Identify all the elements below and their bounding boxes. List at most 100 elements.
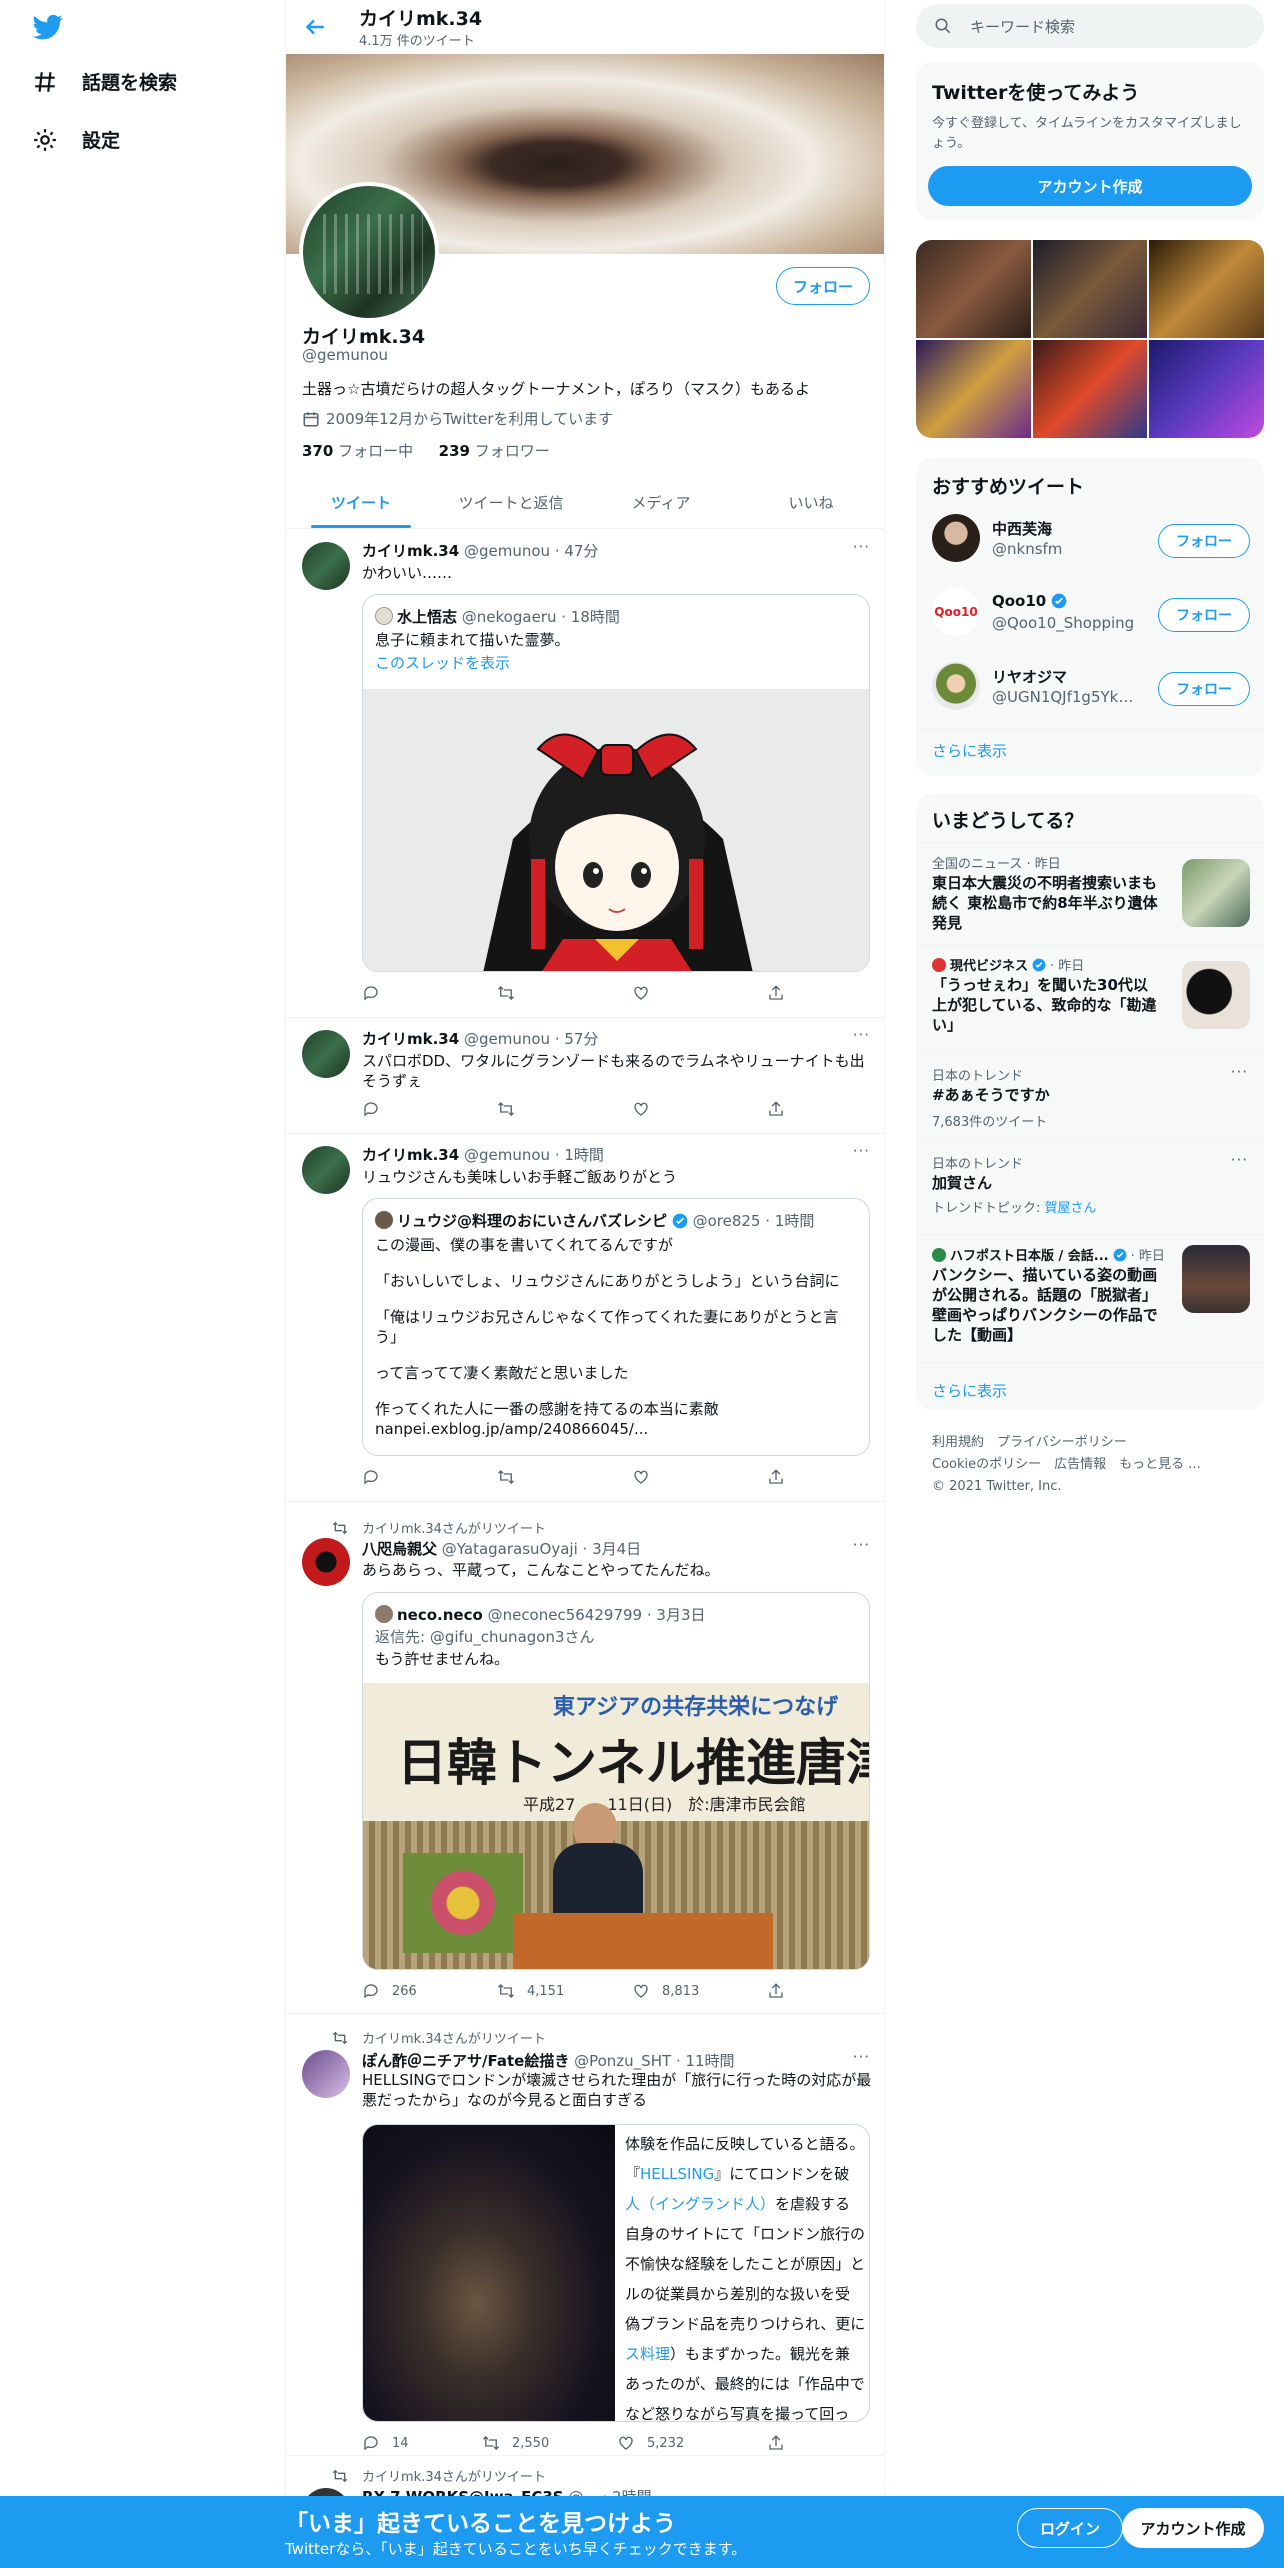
trend-item[interactable]: 全国のニュース · 昨日 東日本大震災の不明者捜索いまも続く 東松島市で約8年半… (916, 842, 1264, 944)
user-avatar[interactable] (932, 662, 980, 710)
user-handle[interactable]: @Qoo10_Shopping (992, 614, 1134, 632)
reply-button[interactable] (362, 1468, 380, 1486)
share-button[interactable] (767, 984, 785, 1002)
qoo10-logo[interactable]: Qoo10 (932, 588, 980, 636)
tweet-author[interactable]: カイリmk.34 (362, 1030, 459, 1048)
user-handle[interactable]: @UGN1QJf1g5YkX... (992, 688, 1142, 706)
reply-button[interactable] (362, 984, 380, 1002)
reply-button[interactable]: 14 (362, 2434, 409, 2452)
trend-item[interactable]: 日本のトレンド #あぁそうですか 7,683件のツイート ··· (916, 1054, 1264, 1142)
back-arrow-icon[interactable] (302, 14, 328, 40)
tweet[interactable]: カイリmk.34さんがリツイート ぽん酢＠ニチアサ/Fate絵描き @Ponzu… (286, 2014, 884, 2456)
tweet-author[interactable]: カイリmk.34 (362, 1146, 459, 1164)
trend-item[interactable]: 日本のトレンド 加賀さん トレンドトピック: 賀屋さん ··· (916, 1142, 1264, 1216)
hellsing-screenshot-image[interactable] (363, 2125, 615, 2421)
tab-tweets-replies[interactable]: ツイートと返信 (436, 476, 586, 528)
tweet-time[interactable]: · 1時間 (555, 1146, 604, 1164)
user-name[interactable]: 中西芙海 (992, 518, 1052, 539)
follow-button[interactable]: フォロー (1158, 672, 1250, 706)
retweet-button[interactable]: 4,151 (497, 1982, 564, 2000)
share-button[interactable] (767, 1468, 785, 1486)
quoted-tweet[interactable]: neco.neco @neconec56429799 · 3月3日 返信先: @… (362, 1592, 870, 1970)
user-handle[interactable]: @nknsfm (992, 540, 1062, 558)
retweet-button[interactable] (497, 984, 515, 1002)
quote-reply-to[interactable]: 返信先: @gifu_chunagon3さん (375, 1627, 859, 1647)
media-thumbnail[interactable] (1032, 340, 1148, 438)
search-input[interactable]: キーワード検索 (916, 4, 1264, 48)
tab-media[interactable]: メディア (586, 476, 736, 528)
reply-button[interactable]: 266 (362, 1982, 417, 2000)
retweet-label[interactable]: カイリmk.34さんがリツイート (362, 2028, 546, 2047)
tweet-avatar[interactable] (302, 2050, 350, 2098)
like-button[interactable] (632, 1468, 650, 1486)
trend-item[interactable]: 現代ビジネス · 昨日 「うっせぇわ」を聞いた30代以上が犯している、致命的な「勘… (916, 944, 1264, 1054)
quoted-tweet[interactable]: リュウジ@料理のおにいさんバズレシピ @ore825 · 1時間 この漫画、僕の… (362, 1198, 870, 1456)
tweet-avatar[interactable] (302, 542, 350, 590)
tweet-handle[interactable]: @YatagarasuOyaji (442, 1540, 578, 1558)
reply-button[interactable] (362, 1100, 380, 1118)
share-button[interactable] (767, 1100, 785, 1118)
user-name[interactable]: Qoo10 (992, 592, 1046, 610)
tweet-time[interactable]: · 47分 (555, 542, 599, 560)
media-thumbnail[interactable] (1149, 240, 1264, 338)
tweet-author[interactable]: カイリmk.34 (362, 542, 459, 560)
tweet-media[interactable]: 体験を作品に反映していると語る。 『HELLSING』にてロンドンを破 人（イン… (362, 2124, 870, 2422)
tweet-time[interactable]: · 3月4日 (583, 1540, 642, 1558)
more-icon[interactable]: ··· (853, 2048, 870, 2066)
retweet-label[interactable]: カイリmk.34さんがリツイート (362, 2466, 546, 2485)
tweet-time[interactable]: · 11時間 (676, 2052, 735, 2070)
show-thread-link[interactable]: このスレッドを表示 (375, 653, 859, 673)
tweet-author[interactable]: 八咫烏親父 (362, 1540, 437, 1558)
footer-link[interactable]: 広告情報 (1054, 1457, 1106, 1472)
tweet[interactable]: カイリmk.34 @gemunou · 1時間 ··· リュウジさんも美味しいお… (286, 1134, 884, 1502)
more-icon[interactable]: ··· (853, 1026, 870, 1044)
tweet-handle[interactable]: @gemunou (464, 1146, 550, 1164)
like-button[interactable]: 8,813 (632, 1982, 699, 2000)
show-more-link[interactable]: さらに表示 (932, 740, 1007, 761)
signup-button[interactable]: アカウント作成 (928, 166, 1252, 206)
media-thumbnail[interactable] (916, 340, 1031, 438)
media-thumbnail[interactable] (916, 240, 1031, 338)
trend-item[interactable]: ハフポスト日本版 / 会話... · 昨日 バンクシー、描いている姿の動画が公開さ… (916, 1234, 1264, 1362)
login-button[interactable]: ログイン (1017, 2508, 1123, 2548)
like-button[interactable]: 5,232 (617, 2434, 684, 2452)
show-more-link[interactable]: さらに表示 (932, 1380, 1007, 1401)
tweet-time[interactable]: · 57分 (555, 1030, 599, 1048)
signup-button[interactable]: アカウント作成 (1122, 2508, 1264, 2548)
more-icon[interactable]: ··· (1231, 1063, 1248, 1081)
quote-link[interactable]: nanpei.exblog.jp/amp/240866045/... (375, 1419, 859, 1439)
follow-button[interactable]: フォロー (776, 267, 870, 305)
reimu-drawing-image[interactable] (363, 689, 869, 971)
tweet-handle[interactable]: @gemunou (464, 1030, 550, 1048)
quoted-tweet[interactable]: 水上悟志 @nekogaeru · 18時間 息子に頼まれて描いた霊夢。 このス… (362, 594, 870, 972)
footer-link[interactable]: プライバシーポリシー (997, 1435, 1127, 1450)
tweet-handle[interactable]: @Ponzu_SHT (574, 2052, 671, 2070)
twitter-logo-icon[interactable] (30, 12, 66, 42)
nav-explore[interactable]: 話題を検索 (32, 68, 177, 95)
follow-button[interactable]: フォロー (1158, 524, 1250, 558)
user-avatar[interactable] (932, 514, 980, 562)
more-icon[interactable]: ··· (853, 1142, 870, 1160)
tab-tweets[interactable]: ツイート (286, 476, 436, 528)
tweet[interactable]: カイリmk.34 @gemunou · 57分 ··· スパロボDD、ワタルにグ… (286, 1018, 884, 1134)
footer-link[interactable]: もっと見る ... (1119, 1457, 1201, 1472)
like-button[interactable] (632, 1100, 650, 1118)
following-link[interactable]: 370 フォロー中 (302, 442, 413, 460)
retweet-label[interactable]: カイリmk.34さんがリツイート (362, 1518, 546, 1537)
media-thumbnail[interactable] (1149, 340, 1264, 438)
more-icon[interactable]: ··· (853, 538, 870, 556)
tweet[interactable]: カイリmk.34さんがリツイート 八咫烏親父 @YatagarasuOyaji … (286, 1502, 884, 2014)
footer-link[interactable]: 利用規約 (932, 1435, 984, 1450)
event-photo-image[interactable]: 東アジアの共存共栄につなげ 日韓トンネル推進唐津 平成27 11日(日) 於:唐… (363, 1683, 869, 1969)
follow-button[interactable]: フォロー (1158, 598, 1250, 632)
wiki-screenshot-image[interactable]: 体験を作品に反映していると語る。 『HELLSING』にてロンドンを破 人（イン… (619, 2125, 869, 2421)
tweet-handle[interactable]: @gemunou (464, 542, 550, 560)
user-name[interactable]: リヤオジマ (992, 666, 1067, 687)
more-icon[interactable]: ··· (853, 1536, 870, 1554)
retweet-button[interactable] (497, 1100, 515, 1118)
retweet-button[interactable] (497, 1468, 515, 1486)
like-button[interactable] (632, 984, 650, 1002)
tweet-author[interactable]: ぽん酢＠ニチアサ/Fate絵描き (362, 2052, 569, 2070)
media-thumbnail[interactable] (1032, 240, 1148, 338)
tweet[interactable]: カイリmk.34 @gemunou · 47分 ··· かわいい…… 水上悟志 … (286, 530, 884, 1018)
